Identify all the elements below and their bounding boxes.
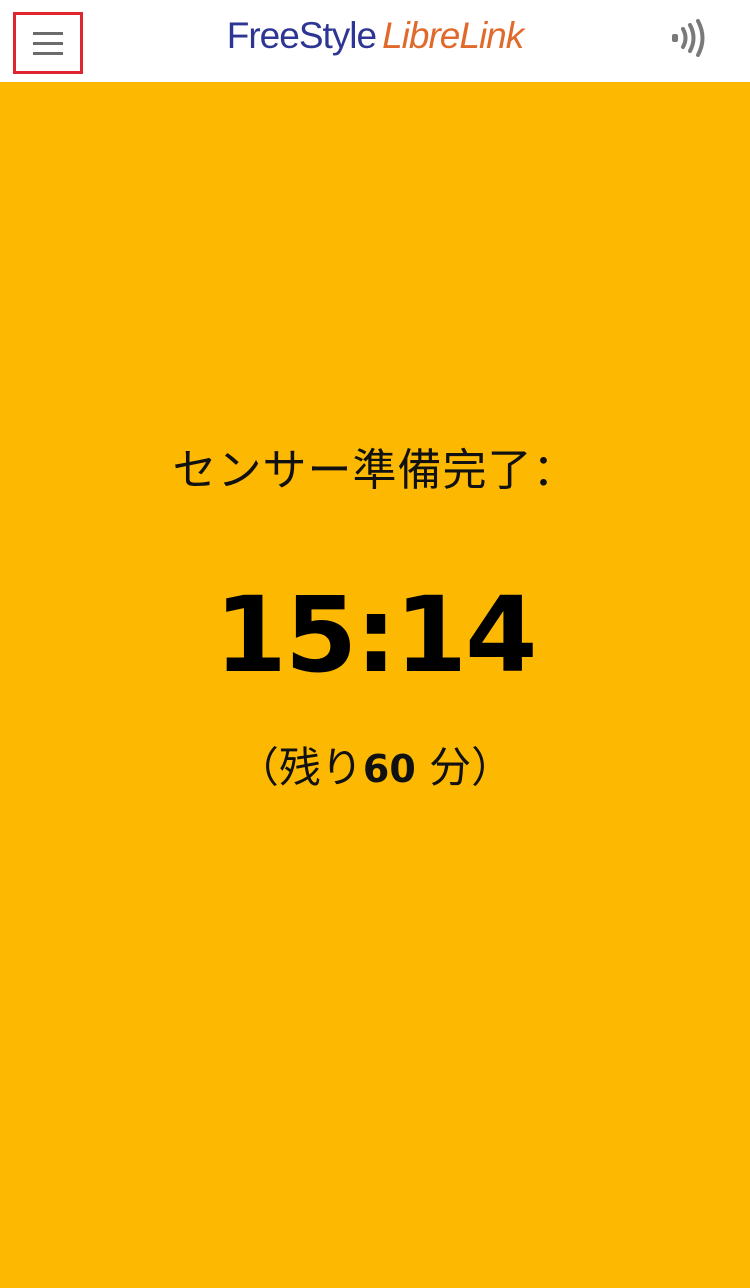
sensor-ready-time: 15:14 <box>214 574 537 696</box>
logo-librelink: LibreLink <box>382 15 524 56</box>
remaining-suffix: 分） <box>415 743 514 792</box>
remaining-minutes: 60 <box>362 747 416 791</box>
top-bar: FreeStyle LibreLink <box>0 0 750 82</box>
logo-freestyle: FreeStyle <box>226 15 377 56</box>
nfc-scan-icon[interactable] <box>668 18 712 58</box>
remaining-prefix: （残り <box>236 743 363 792</box>
app-logo: FreeStyle LibreLink <box>0 14 750 58</box>
remaining-time: （残り60 分） <box>0 734 750 795</box>
sensor-status-panel: センサー準備完了： 15:14 （残り60 分） <box>0 82 750 1288</box>
sensor-ready-label: センサー準備完了： <box>172 445 578 496</box>
